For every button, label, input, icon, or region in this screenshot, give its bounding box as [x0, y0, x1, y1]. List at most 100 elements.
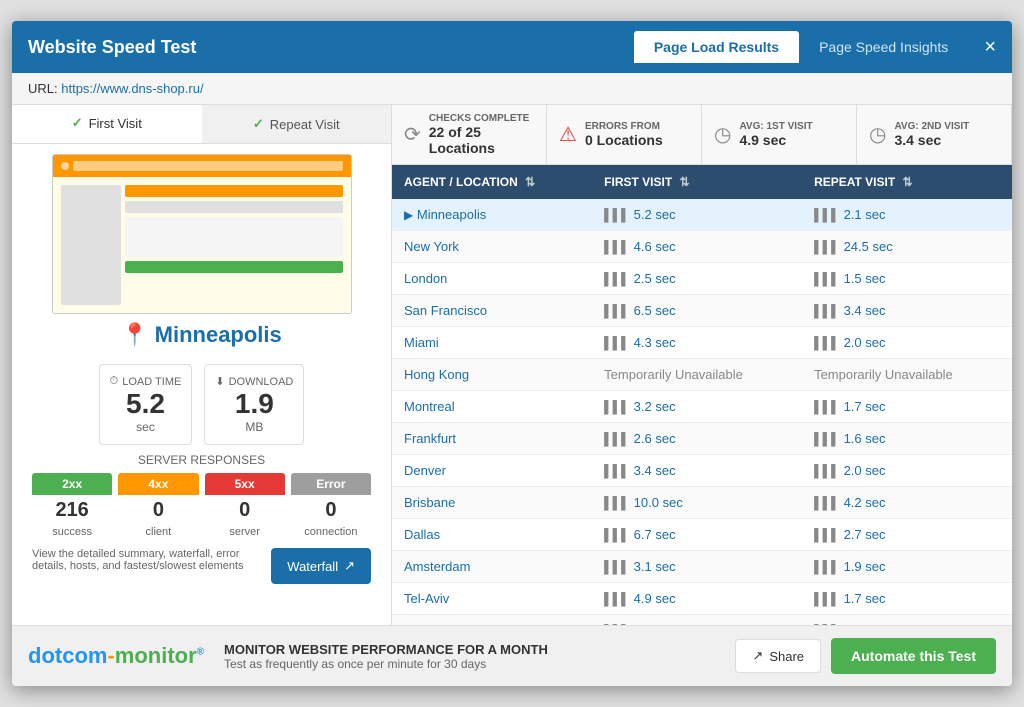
first-time-link[interactable]: 10.0 sec [634, 495, 683, 510]
repeat-time-link[interactable]: 4.2 sec [844, 495, 886, 510]
cell-location: Tel-Aviv [392, 583, 592, 615]
location-link[interactable]: Minneapolis [417, 207, 486, 222]
waterfall-button[interactable]: Waterfall ↗ [271, 548, 371, 584]
first-visit-value[interactable]: ▌▌▌ 5.2 sec [604, 207, 790, 222]
first-time-link[interactable]: 5.2 sec [634, 207, 676, 222]
repeat-time-link[interactable]: 24.5 sec [844, 239, 893, 254]
table-row[interactable]: New York ▌▌▌ 4.6 sec ▌▌▌ 24.5 sec [392, 231, 1012, 263]
table-row[interactable]: London ▌▌▌ 2.5 sec ▌▌▌ 1.5 sec [392, 263, 1012, 295]
location-link[interactable]: Hong Kong [404, 367, 469, 382]
repeat-time-link[interactable]: 1.5 sec [844, 271, 886, 286]
automate-button[interactable]: Automate this Test [831, 638, 996, 674]
table-row[interactable]: Amsterdam ▌▌▌ 3.1 sec ▌▌▌ 1.9 sec [392, 551, 1012, 583]
location-link[interactable]: San Francisco [404, 303, 487, 318]
first-time-link[interactable]: 4.6 sec [634, 239, 676, 254]
location-link[interactable]: Tel-Aviv [404, 591, 449, 606]
repeat-visit-value[interactable]: ▌▌▌ 24.5 sec [814, 239, 1000, 254]
first-visit-value[interactable]: ▌▌▌ 2.5 sec [604, 271, 790, 286]
location-link[interactable]: Amsterdam [404, 559, 470, 574]
repeat-unavailable: Temporarily Unavailable [814, 367, 953, 382]
first-time-link[interactable]: 4.9 sec [634, 591, 676, 606]
first-time-link[interactable]: 3.2 sec [634, 399, 676, 414]
first-time-link[interactable]: 2.5 sec [634, 271, 676, 286]
first-time-link[interactable]: 4.3 sec [634, 335, 676, 350]
close-button[interactable]: × [984, 36, 996, 59]
stat-errors: ⚠ ERRORS FROM 0 Locations [547, 105, 702, 164]
table-row[interactable]: Denver ▌▌▌ 3.4 sec ▌▌▌ 2.0 sec [392, 455, 1012, 487]
first-visit-value[interactable]: ▌▌▌ 3.4 sec [604, 463, 790, 478]
first-time-link[interactable]: 3.4 sec [634, 463, 676, 478]
first-time-link[interactable]: 6.7 sec [634, 527, 676, 542]
repeat-visit-value[interactable]: ▌▌▌ 2.0 sec [814, 335, 1000, 350]
repeat-visit-value[interactable]: ▌▌▌ 2.7 sec [814, 527, 1000, 542]
waterfall-section: View the detailed summary, waterfall, er… [22, 538, 381, 594]
first-time-link[interactable]: 3.1 sec [634, 559, 676, 574]
first-visit-value[interactable]: ▌▌▌ 6.7 sec [604, 527, 790, 542]
repeat-visit-value[interactable]: ▌▌▌ 1.9 sec [814, 559, 1000, 574]
location-link[interactable]: London [404, 271, 447, 286]
repeat-time-link[interactable]: 1.9 sec [844, 559, 886, 574]
repeat-time-link[interactable]: 1.6 sec [844, 431, 886, 446]
repeat-visit-value[interactable]: ▌▌▌ 1.7 sec [814, 591, 1000, 606]
url-link[interactable]: https://www.dns-shop.ru/ [61, 81, 203, 96]
repeat-visit-value[interactable]: ▌▌▌ 2.0 sec [814, 463, 1000, 478]
table-row[interactable]: Washington DC ▌▌▌ 4.5 sec ▌▌▌ 1.8 sec [392, 615, 1012, 626]
table-row[interactable]: Hong KongTemporarily UnavailableTemporar… [392, 359, 1012, 391]
tab-repeat-visit[interactable]: ✓ Repeat Visit [202, 105, 392, 143]
repeat-visit-value[interactable]: ▌▌▌ 2.1 sec [814, 207, 1000, 222]
stat-errors-text: ERRORS FROM 0 Locations [585, 121, 663, 148]
table-row[interactable]: Miami ▌▌▌ 4.3 sec ▌▌▌ 2.0 sec [392, 327, 1012, 359]
first-visit-value[interactable]: ▌▌▌ 3.2 sec [604, 399, 790, 414]
sort-icon-repeat[interactable]: ⇅ [903, 175, 913, 189]
location-link[interactable]: Frankfurt [404, 431, 456, 446]
repeat-visit-value[interactable]: ▌▌▌ 1.8 sec [814, 623, 1000, 625]
table-row[interactable]: Dallas ▌▌▌ 6.7 sec ▌▌▌ 2.7 sec [392, 519, 1012, 551]
first-visit-value[interactable]: ▌▌▌ 4.6 sec [604, 239, 790, 254]
repeat-time-link[interactable]: 2.0 sec [844, 463, 886, 478]
table-row[interactable]: Montreal ▌▌▌ 3.2 sec ▌▌▌ 1.7 sec [392, 391, 1012, 423]
table-row[interactable]: Tel-Aviv ▌▌▌ 4.9 sec ▌▌▌ 1.7 sec [392, 583, 1012, 615]
location-link[interactable]: Washington DC [404, 623, 495, 625]
tab-first-visit[interactable]: ✓ First Visit [12, 105, 202, 143]
download-unit: MB [215, 420, 293, 434]
sort-icon-location[interactable]: ⇅ [525, 175, 535, 189]
first-time-link[interactable]: 2.6 sec [634, 431, 676, 446]
repeat-visit-value[interactable]: ▌▌▌ 3.4 sec [814, 303, 1000, 318]
repeat-time-link[interactable]: 2.7 sec [844, 527, 886, 542]
footer-promo: MONITOR WEBSITE PERFORMANCE FOR A MONTH … [224, 642, 735, 671]
repeat-time-link[interactable]: 2.0 sec [844, 335, 886, 350]
sort-icon-first[interactable]: ⇅ [680, 175, 690, 189]
first-time-link[interactable]: 6.5 sec [634, 303, 676, 318]
repeat-time-link[interactable]: 3.4 sec [844, 303, 886, 318]
location-link[interactable]: Montreal [404, 399, 455, 414]
first-visit-value[interactable]: ▌▌▌ 4.5 sec [604, 623, 790, 625]
first-visit-value[interactable]: ▌▌▌ 2.6 sec [604, 431, 790, 446]
location-link[interactable]: New York [404, 239, 459, 254]
table-row[interactable]: San Francisco ▌▌▌ 6.5 sec ▌▌▌ 3.4 sec [392, 295, 1012, 327]
repeat-visit-value[interactable]: ▌▌▌ 1.6 sec [814, 431, 1000, 446]
location-link[interactable]: Brisbane [404, 495, 455, 510]
table-row[interactable]: Frankfurt ▌▌▌ 2.6 sec ▌▌▌ 1.6 sec [392, 423, 1012, 455]
share-button[interactable]: ↗ Share [735, 639, 821, 673]
preview-topbar [53, 155, 351, 177]
first-visit-value[interactable]: ▌▌▌ 4.3 sec [604, 335, 790, 350]
first-visit-value[interactable]: ▌▌▌ 4.9 sec [604, 591, 790, 606]
first-visit-value[interactable]: ▌▌▌ 3.1 sec [604, 559, 790, 574]
location-link[interactable]: Miami [404, 335, 439, 350]
tab-page-load-results[interactable]: Page Load Results [634, 31, 799, 63]
repeat-time-link[interactable]: 1.8 sec [844, 623, 886, 625]
first-visit-value[interactable]: ▌▌▌ 6.5 sec [604, 303, 790, 318]
repeat-time-link[interactable]: 1.7 sec [844, 591, 886, 606]
tab-page-speed-insights[interactable]: Page Speed Insights [799, 31, 968, 63]
repeat-visit-value[interactable]: ▌▌▌ 4.2 sec [814, 495, 1000, 510]
first-time-link[interactable]: 4.5 sec [634, 623, 676, 625]
repeat-visit-value[interactable]: ▌▌▌ 1.7 sec [814, 399, 1000, 414]
table-row[interactable]: Brisbane ▌▌▌ 10.0 sec ▌▌▌ 4.2 sec [392, 487, 1012, 519]
location-link[interactable]: Dallas [404, 527, 440, 542]
table-row[interactable]: ▶ Minneapolis▌▌▌ 5.2 sec▌▌▌ 2.1 sec [392, 199, 1012, 231]
repeat-time-link[interactable]: 2.1 sec [844, 207, 886, 222]
repeat-time-link[interactable]: 1.7 sec [844, 399, 886, 414]
location-link[interactable]: Denver [404, 463, 446, 478]
first-visit-value[interactable]: ▌▌▌ 10.0 sec [604, 495, 790, 510]
repeat-visit-value[interactable]: ▌▌▌ 1.5 sec [814, 271, 1000, 286]
